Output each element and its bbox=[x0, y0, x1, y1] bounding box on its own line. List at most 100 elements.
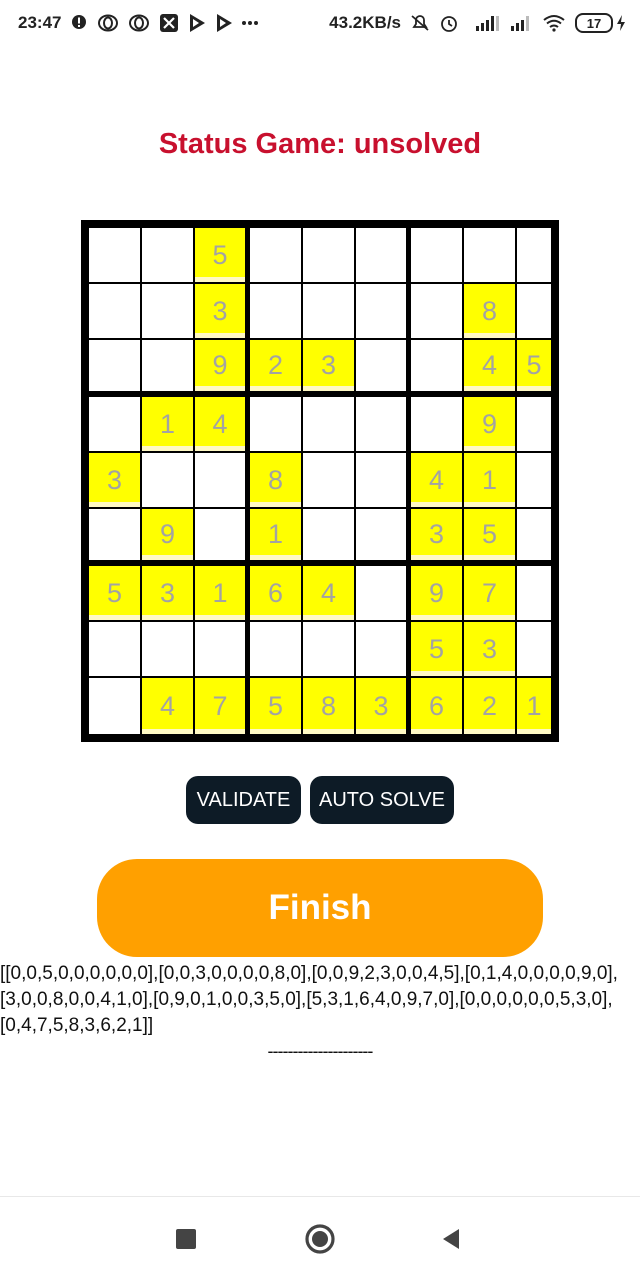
sudoku-cell[interactable] bbox=[356, 340, 406, 391]
sudoku-cell[interactable] bbox=[356, 228, 406, 282]
home-icon[interactable] bbox=[303, 1222, 337, 1256]
sudoku-cell[interactable] bbox=[89, 284, 140, 338]
sudoku-cell[interactable] bbox=[250, 622, 301, 676]
sudoku-cell[interactable]: 8 bbox=[464, 284, 515, 338]
sudoku-cell[interactable]: 5 bbox=[195, 228, 245, 282]
sudoku-cell[interactable]: 6 bbox=[250, 566, 301, 620]
sudoku-cell[interactable]: 8 bbox=[303, 678, 354, 734]
back-icon[interactable] bbox=[437, 1225, 465, 1253]
sudoku-cell[interactable] bbox=[411, 228, 462, 282]
sudoku-cell[interactable]: 5 bbox=[411, 622, 462, 676]
sudoku-cell[interactable]: 9 bbox=[464, 397, 515, 451]
sudoku-cell[interactable]: 5 bbox=[250, 678, 301, 734]
sudoku-cell[interactable] bbox=[517, 453, 551, 507]
status-bar: 23:47 43.2KB/s 17 bbox=[0, 0, 640, 46]
sudoku-cell[interactable]: 4 bbox=[464, 340, 515, 391]
battery-indicator: 17 bbox=[575, 13, 626, 33]
sudoku-cell[interactable] bbox=[303, 397, 354, 451]
sudoku-cell[interactable] bbox=[142, 228, 193, 282]
sudoku-cell[interactable]: 9 bbox=[142, 509, 193, 560]
sudoku-cell[interactable] bbox=[517, 228, 551, 282]
sudoku-cell[interactable] bbox=[89, 622, 140, 676]
sudoku-cell[interactable] bbox=[195, 509, 245, 560]
sudoku-cell[interactable]: 3 bbox=[464, 622, 515, 676]
sudoku-cell[interactable] bbox=[517, 397, 551, 451]
sudoku-cell[interactable]: 1 bbox=[250, 509, 301, 560]
signal-icon-2 bbox=[509, 14, 533, 32]
sudoku-cell[interactable] bbox=[250, 228, 301, 282]
opera-icon-2 bbox=[128, 14, 150, 32]
validate-button[interactable]: VALIDATE bbox=[186, 776, 301, 824]
sudoku-cell[interactable]: 4 bbox=[303, 566, 354, 620]
sudoku-cell[interactable]: 3 bbox=[195, 284, 245, 338]
sudoku-cell[interactable]: 3 bbox=[411, 509, 462, 560]
sudoku-cell[interactable] bbox=[517, 566, 551, 620]
sudoku-cell[interactable] bbox=[195, 453, 245, 507]
sudoku-cell[interactable] bbox=[195, 622, 245, 676]
sudoku-cell[interactable] bbox=[356, 566, 406, 620]
sudoku-cell[interactable] bbox=[303, 622, 354, 676]
sudoku-cell[interactable] bbox=[356, 509, 406, 560]
finish-button[interactable]: Finish bbox=[97, 859, 543, 957]
wifi-icon bbox=[542, 14, 566, 32]
sudoku-cell[interactable]: 8 bbox=[250, 453, 301, 507]
sudoku-cell[interactable] bbox=[89, 678, 140, 734]
sudoku-cell[interactable] bbox=[356, 453, 406, 507]
auto-solve-button[interactable]: AUTO SOLVE bbox=[310, 776, 454, 824]
sudoku-cell[interactable] bbox=[356, 284, 406, 338]
sudoku-cell[interactable] bbox=[250, 397, 301, 451]
shuffle-app-icon bbox=[159, 13, 179, 33]
sudoku-cell[interactable] bbox=[142, 453, 193, 507]
sudoku-cell[interactable] bbox=[89, 397, 140, 451]
game-status: Status Game: unsolved bbox=[158, 128, 482, 160]
sudoku-cell[interactable]: 1 bbox=[142, 397, 193, 451]
sudoku-cell[interactable] bbox=[517, 509, 551, 560]
sudoku-cell[interactable] bbox=[142, 622, 193, 676]
sudoku-cell[interactable] bbox=[303, 228, 354, 282]
sudoku-cell[interactable] bbox=[142, 340, 193, 391]
sudoku-cell[interactable] bbox=[89, 228, 140, 282]
charging-icon bbox=[616, 14, 626, 32]
clock: 23:47 bbox=[18, 13, 62, 32]
sudoku-cell[interactable] bbox=[303, 284, 354, 338]
sudoku-cell[interactable] bbox=[411, 397, 462, 451]
sudoku-cell[interactable]: 7 bbox=[195, 678, 245, 734]
play-store-icon-2 bbox=[215, 13, 233, 33]
sudoku-cell[interactable] bbox=[517, 284, 551, 338]
alarm-icon bbox=[439, 13, 459, 33]
sudoku-cell[interactable]: 3 bbox=[89, 453, 140, 507]
sudoku-cell[interactable] bbox=[356, 397, 406, 451]
sudoku-cell[interactable] bbox=[303, 453, 354, 507]
sudoku-cell[interactable] bbox=[89, 509, 140, 560]
sudoku-cell[interactable]: 4 bbox=[411, 453, 462, 507]
sudoku-cell[interactable] bbox=[356, 622, 406, 676]
sudoku-cell[interactable]: 5 bbox=[464, 509, 515, 560]
sudoku-cell[interactable] bbox=[517, 622, 551, 676]
sudoku-cell[interactable] bbox=[411, 284, 462, 338]
signal-icon bbox=[468, 14, 500, 32]
sudoku-cell[interactable]: 4 bbox=[142, 678, 193, 734]
sudoku-cell[interactable]: 7 bbox=[464, 566, 515, 620]
sudoku-cell[interactable]: 1 bbox=[517, 678, 551, 734]
sudoku-cell[interactable]: 3 bbox=[356, 678, 406, 734]
sudoku-cell[interactable]: 1 bbox=[464, 453, 515, 507]
sudoku-cell[interactable]: 2 bbox=[250, 340, 301, 391]
sudoku-cell[interactable] bbox=[250, 284, 301, 338]
sudoku-cell[interactable]: 9 bbox=[195, 340, 245, 391]
sudoku-cell[interactable] bbox=[411, 340, 462, 391]
sudoku-cell[interactable] bbox=[89, 340, 140, 391]
sudoku-cell[interactable]: 4 bbox=[195, 397, 245, 451]
sudoku-cell[interactable]: 5 bbox=[517, 340, 551, 391]
sudoku-cell[interactable]: 1 bbox=[195, 566, 245, 620]
sudoku-cell[interactable]: 3 bbox=[142, 566, 193, 620]
sudoku-cell[interactable] bbox=[142, 284, 193, 338]
sudoku-cell[interactable]: 2 bbox=[464, 678, 515, 734]
sudoku-cell[interactable]: 3 bbox=[303, 340, 354, 391]
sudoku-cell[interactable] bbox=[464, 228, 515, 282]
sudoku-cell[interactable] bbox=[303, 509, 354, 560]
sudoku-cell[interactable]: 9 bbox=[411, 566, 462, 620]
recent-apps-icon[interactable] bbox=[172, 1225, 200, 1253]
mute-bell-icon bbox=[410, 13, 430, 33]
sudoku-cell[interactable]: 6 bbox=[411, 678, 462, 734]
sudoku-cell[interactable]: 5 bbox=[89, 566, 140, 620]
